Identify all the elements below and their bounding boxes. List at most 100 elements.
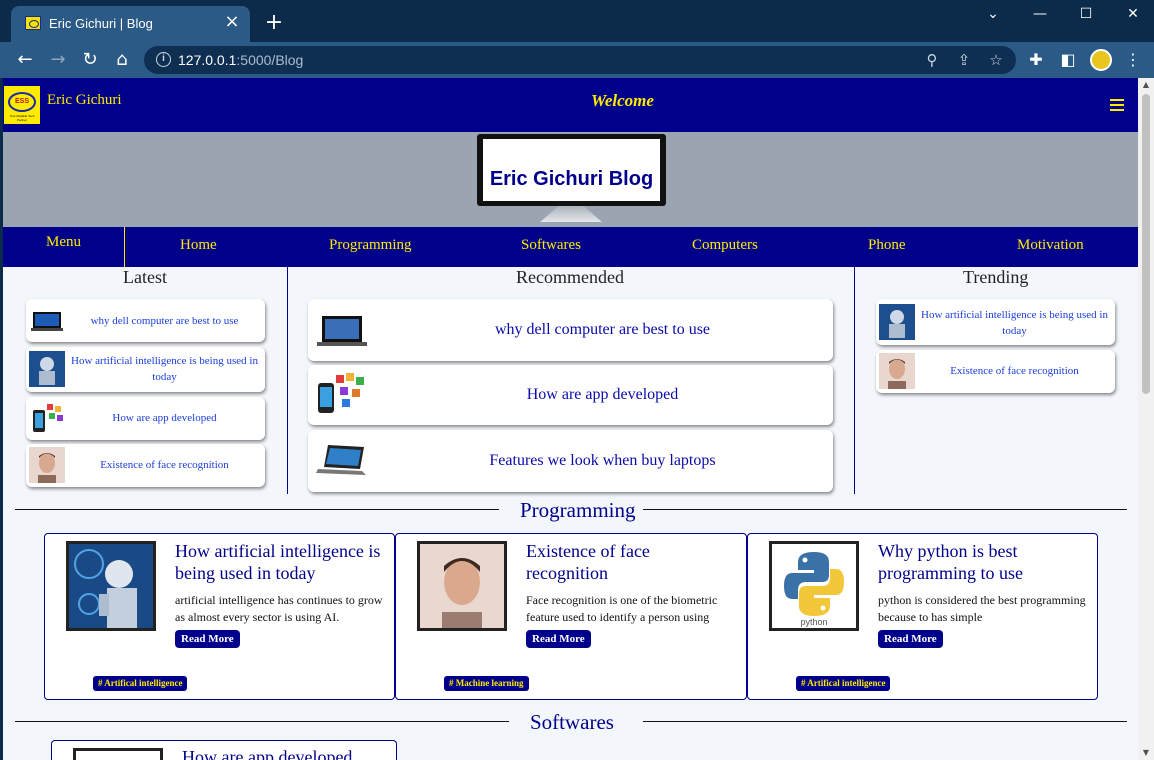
post-tag[interactable]: # Artifical intelligence — [796, 676, 891, 691]
bookmark-star-icon[interactable]: ☆ — [985, 49, 1007, 71]
site-header: ESS Your Reliable Tech Partner Eric Gich… — [3, 78, 1138, 132]
face-thumbnail-icon — [29, 447, 65, 483]
monitor-stand — [540, 206, 602, 222]
site-info-icon[interactable]: i — [156, 52, 171, 67]
zoom-icon[interactable]: ⚲ — [921, 49, 943, 71]
laptop-thumbnail-icon — [317, 316, 367, 346]
python-image-label: python — [800, 617, 828, 627]
side-panel-icon[interactable]: ◧ — [1055, 47, 1081, 73]
back-arrow-icon[interactable]: ← — [12, 47, 38, 73]
phone-apps-thumbnail-icon — [318, 373, 364, 413]
latest-item[interactable]: Existence of face recognition — [26, 444, 265, 487]
browser-tab[interactable]: Eric Gichuri | Blog × — [11, 6, 250, 42]
close-tab-icon[interactable]: × — [222, 12, 242, 32]
hamburger-menu-icon[interactable] — [1106, 95, 1128, 115]
post-title[interactable]: Existence of face recognition — [526, 540, 736, 584]
python-logo-icon — [772, 544, 856, 628]
post-image[interactable] — [66, 541, 156, 631]
recommended-item[interactable]: How are app developed — [308, 365, 833, 425]
section-rule — [643, 721, 1127, 722]
nav-item-computers[interactable]: Computers — [692, 237, 758, 254]
minimize-button[interactable]: — — [1025, 4, 1055, 24]
logo-tagline: Your Reliable Tech Partner — [9, 114, 35, 122]
post-excerpt: python is considered the best programmin… — [878, 593, 1086, 624]
trending-item-title: Existence of face recognition — [950, 365, 1079, 377]
read-more-button[interactable]: Read More — [175, 630, 240, 648]
section-rule — [643, 509, 1127, 510]
read-more-button[interactable]: Read More — [526, 630, 591, 648]
softwares-heading: Softwares — [530, 710, 614, 734]
post-card: python Why python is best programming to… — [747, 533, 1098, 700]
laptop-thumbnail-icon — [316, 445, 366, 475]
post-excerpt: artificial intelligence has continues to… — [175, 593, 383, 624]
latest-item-title: why dell computer are best to use — [90, 315, 239, 327]
nav-menu-label[interactable]: Menu — [3, 227, 125, 267]
monitor-image: Eric Gichuri Blog — [477, 134, 666, 206]
address-bar[interactable]: i 127.0.0.1:5000/Blog ⚲ ⇪ ☆ — [144, 46, 1016, 74]
latest-item-title: How are app developed — [112, 412, 217, 424]
latest-heading: Latest — [123, 267, 167, 287]
robot-thumbnail-icon — [879, 304, 915, 340]
post-card: Existence of face recognition Face recog… — [395, 533, 747, 700]
browser-tabbar: Eric Gichuri | Blog × + ⌄ — ☐ ✕ — [0, 0, 1154, 42]
hero-banner: Eric Gichuri Blog — [3, 132, 1138, 227]
site-logo[interactable]: ESS Your Reliable Tech Partner — [4, 86, 40, 124]
nav-item-motivation[interactable]: Motivation — [1017, 237, 1084, 254]
post-title[interactable]: How artificial intelligence is being use… — [175, 540, 385, 584]
laptop-thumbnail-icon — [31, 312, 63, 331]
maximize-button[interactable]: ☐ — [1071, 4, 1101, 24]
url-text[interactable]: 127.0.0.1:5000/Blog — [178, 52, 303, 68]
page-viewport: ESS Your Reliable Tech Partner Eric Gich… — [3, 78, 1138, 760]
home-icon[interactable]: ⌂ — [109, 47, 135, 73]
post-title[interactable]: Why python is best programming to use — [878, 540, 1088, 584]
new-tab-button[interactable]: + — [262, 11, 286, 35]
nav-item-programming[interactable]: Programming — [329, 237, 412, 254]
share-icon[interactable]: ⇪ — [953, 49, 975, 71]
page-scrollbar[interactable]: ▲ ▼ — [1138, 78, 1154, 760]
trending-item[interactable]: How artificial intelligence is being use… — [876, 299, 1115, 345]
latest-item[interactable]: How artificial intelligence is being use… — [26, 347, 265, 392]
latest-item[interactable]: How are app developed — [26, 397, 265, 440]
post-card: How artificial intelligence is being use… — [44, 533, 395, 700]
face-thumbnail-icon — [879, 353, 915, 389]
profile-avatar[interactable] — [1090, 49, 1112, 71]
trending-heading: Trending — [963, 267, 1029, 287]
nav-item-home[interactable]: Home — [180, 237, 217, 254]
trending-item[interactable]: Existence of face recognition — [876, 350, 1115, 393]
welcome-text: Welcome — [591, 91, 654, 110]
section-rule — [15, 721, 509, 722]
post-card: How are app developed — [51, 740, 397, 760]
post-image[interactable] — [73, 748, 163, 760]
latest-item[interactable]: why dell computer are best to use — [26, 299, 265, 342]
scroll-up-icon[interactable]: ▲ — [1138, 78, 1154, 92]
post-excerpt: Face recognition is one of the biometric… — [526, 593, 718, 624]
column-divider — [287, 267, 288, 494]
column-divider — [854, 267, 855, 494]
recommended-item[interactable]: why dell computer are best to use — [308, 299, 833, 361]
favicon-icon — [25, 16, 41, 30]
scroll-thumb[interactable] — [1142, 94, 1150, 394]
read-more-button[interactable]: Read More — [878, 630, 943, 648]
post-title[interactable]: How are app developed — [182, 747, 352, 760]
programming-heading: Programming — [520, 498, 636, 522]
robot-image-icon — [69, 544, 153, 628]
browser-menu-icon[interactable]: ⋮ — [1120, 47, 1146, 73]
nav-item-phone[interactable]: Phone — [868, 237, 906, 254]
scroll-down-icon[interactable]: ▼ — [1138, 746, 1154, 760]
post-image[interactable]: python — [769, 541, 859, 631]
logo-mark: ESS — [8, 92, 36, 112]
trending-item-title: How artificial intelligence is being use… — [921, 309, 1108, 337]
recommended-item[interactable]: Features we look when buy laptops — [308, 430, 833, 492]
close-window-button[interactable]: ✕ — [1118, 4, 1148, 24]
brand-name[interactable]: Eric Gichuri — [47, 92, 122, 109]
forward-arrow-icon[interactable]: → — [45, 47, 71, 73]
tab-search-chevron-icon[interactable]: ⌄ — [978, 4, 1008, 24]
post-image[interactable] — [417, 541, 507, 631]
latest-item-title: How artificial intelligence is being use… — [71, 355, 258, 383]
extensions-puzzle-icon[interactable]: ✚ — [1023, 47, 1049, 73]
reload-icon[interactable]: ↻ — [77, 47, 103, 73]
recommended-item-title: Features we look when buy laptops — [489, 452, 716, 469]
post-tag[interactable]: # Machine learning — [444, 676, 529, 691]
nav-item-softwares[interactable]: Softwares — [521, 237, 581, 254]
post-tag[interactable]: # Artifical intelligence — [93, 676, 188, 691]
